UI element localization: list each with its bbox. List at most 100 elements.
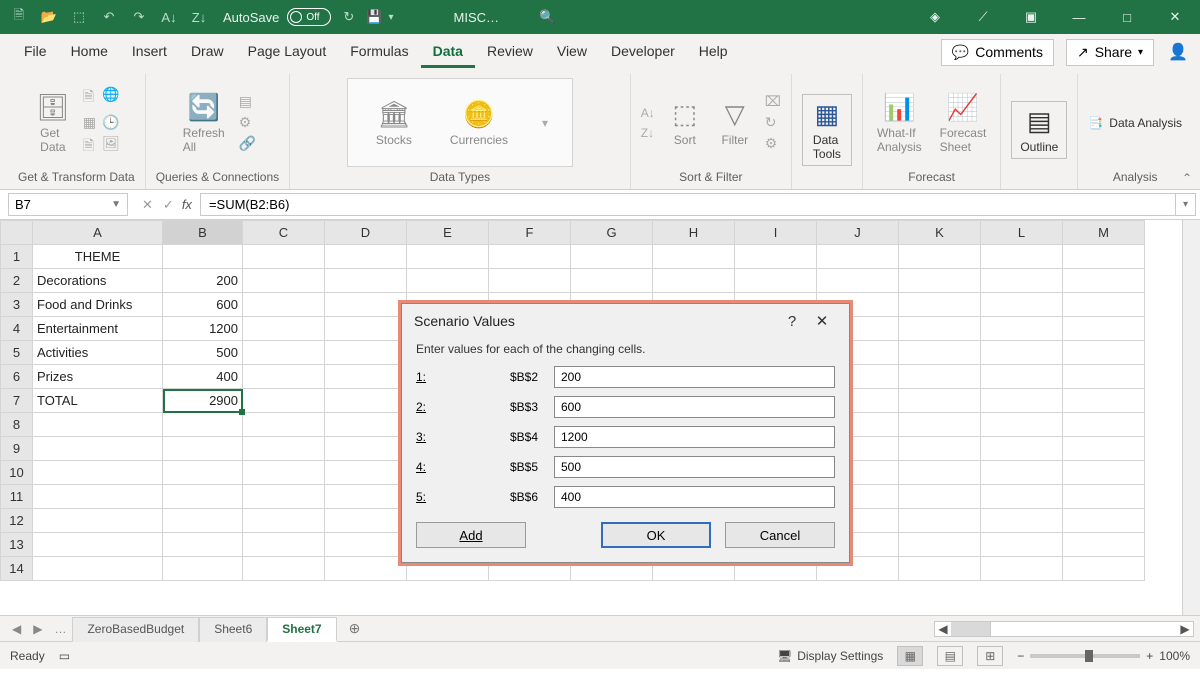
col-header-F[interactable]: F bbox=[489, 221, 571, 245]
col-header-L[interactable]: L bbox=[981, 221, 1063, 245]
cell-C6[interactable] bbox=[243, 365, 325, 389]
cell-C9[interactable] bbox=[243, 437, 325, 461]
save-icon[interactable]: 🗎 bbox=[10, 6, 28, 28]
scroll-right-icon[interactable]: ▶ bbox=[1177, 622, 1193, 636]
cell-K11[interactable] bbox=[899, 485, 981, 509]
cell-E1[interactable] bbox=[407, 245, 489, 269]
row-header-14[interactable]: 14 bbox=[1, 557, 33, 581]
sort-button[interactable]: ⬚ Sort bbox=[665, 97, 705, 149]
cell-K5[interactable] bbox=[899, 341, 981, 365]
scenario-value-input-4[interactable] bbox=[554, 456, 835, 478]
cell-C13[interactable] bbox=[243, 533, 325, 557]
reapply-icon[interactable]: ↻ bbox=[765, 114, 781, 131]
what-if-button[interactable]: 📊 What-If Analysis bbox=[873, 90, 926, 156]
open-icon[interactable]: 📂 bbox=[40, 9, 58, 25]
cell-B4[interactable]: 1200 bbox=[163, 317, 243, 341]
tab-nav-next-icon[interactable]: ▶ bbox=[27, 622, 48, 636]
cell-L12[interactable] bbox=[981, 509, 1063, 533]
cell-G1[interactable] bbox=[571, 245, 653, 269]
cell-K3[interactable] bbox=[899, 293, 981, 317]
maximize-button[interactable]: □ bbox=[1112, 10, 1142, 25]
cell-C5[interactable] bbox=[243, 341, 325, 365]
advanced-icon[interactable]: ⚙ bbox=[765, 135, 781, 152]
currencies-button[interactable]: 🪙 Currencies bbox=[446, 97, 512, 149]
cell-I1[interactable] bbox=[735, 245, 817, 269]
page-break-view-button[interactable]: ⊞ bbox=[977, 646, 1003, 666]
data-tools-button[interactable]: ▦ Data Tools bbox=[802, 94, 852, 166]
share-button[interactable]: ↗ Share ▾ bbox=[1066, 39, 1154, 66]
pending-icon[interactable]: ⟋ bbox=[968, 9, 998, 25]
col-header-H[interactable]: H bbox=[653, 221, 735, 245]
cell-B8[interactable] bbox=[163, 413, 243, 437]
cell-A7[interactable]: TOTAL bbox=[33, 389, 163, 413]
comments-button[interactable]: 💬 Comments bbox=[941, 39, 1054, 66]
cell-K8[interactable] bbox=[899, 413, 981, 437]
cell-M6[interactable] bbox=[1063, 365, 1145, 389]
cell-C4[interactable] bbox=[243, 317, 325, 341]
cell-A3[interactable]: Food and Drinks bbox=[33, 293, 163, 317]
cell-B1[interactable] bbox=[163, 245, 243, 269]
cell-F1[interactable] bbox=[489, 245, 571, 269]
cell-L9[interactable] bbox=[981, 437, 1063, 461]
clear-icon[interactable]: ⌧ bbox=[765, 93, 781, 110]
from-table-icon[interactable]: ▦ bbox=[83, 114, 96, 131]
name-box[interactable]: B7 ▼ bbox=[8, 193, 128, 216]
tab-home[interactable]: Home bbox=[59, 37, 120, 68]
cell-B14[interactable] bbox=[163, 557, 243, 581]
expand-formula-icon[interactable]: ▾ bbox=[1176, 193, 1196, 216]
scroll-left-icon[interactable]: ◀ bbox=[935, 622, 951, 636]
save-icon-2[interactable]: 💾 bbox=[366, 9, 382, 25]
cell-D3[interactable] bbox=[325, 293, 407, 317]
cell-D11[interactable] bbox=[325, 485, 407, 509]
cell-D1[interactable] bbox=[325, 245, 407, 269]
normal-view-button[interactable]: ▦ bbox=[897, 646, 923, 666]
cell-D4[interactable] bbox=[325, 317, 407, 341]
touch-icon[interactable]: ⬚ bbox=[70, 9, 88, 25]
minimize-button[interactable]: — bbox=[1064, 10, 1094, 25]
cell-C12[interactable] bbox=[243, 509, 325, 533]
qat-dropdown-icon[interactable]: ▾ bbox=[388, 12, 393, 23]
col-header-J[interactable]: J bbox=[817, 221, 899, 245]
vertical-scrollbar[interactable] bbox=[1182, 220, 1200, 615]
cell-A13[interactable] bbox=[33, 533, 163, 557]
search-icon[interactable]: 🔍 bbox=[539, 9, 555, 25]
queries-icon[interactable]: ▤ bbox=[239, 93, 256, 110]
row-header-9[interactable]: 9 bbox=[1, 437, 33, 461]
dialog-close-button[interactable]: ✕ bbox=[807, 312, 837, 330]
cell-M12[interactable] bbox=[1063, 509, 1145, 533]
cell-M4[interactable] bbox=[1063, 317, 1145, 341]
cell-M7[interactable] bbox=[1063, 389, 1145, 413]
edit-links-icon[interactable]: 🔗 bbox=[239, 135, 256, 152]
cell-H2[interactable] bbox=[653, 269, 735, 293]
filter-small[interactable]: ⌧ ↻ ⚙ bbox=[765, 93, 781, 152]
cell-D12[interactable] bbox=[325, 509, 407, 533]
cell-C14[interactable] bbox=[243, 557, 325, 581]
cell-L5[interactable] bbox=[981, 341, 1063, 365]
display-settings-button[interactable]: 🖥Display Settings bbox=[777, 649, 883, 663]
cell-K4[interactable] bbox=[899, 317, 981, 341]
cell-M2[interactable] bbox=[1063, 269, 1145, 293]
cell-C8[interactable] bbox=[243, 413, 325, 437]
cell-L14[interactable] bbox=[981, 557, 1063, 581]
fx-icon[interactable]: fx bbox=[182, 197, 200, 212]
cell-A6[interactable]: Prizes bbox=[33, 365, 163, 389]
row-header-2[interactable]: 2 bbox=[1, 269, 33, 293]
select-all[interactable] bbox=[1, 221, 33, 245]
sort-asc-icon[interactable]: A↓ bbox=[160, 10, 178, 25]
cell-D7[interactable] bbox=[325, 389, 407, 413]
tab-review[interactable]: Review bbox=[475, 37, 545, 68]
cell-K14[interactable] bbox=[899, 557, 981, 581]
cell-K12[interactable] bbox=[899, 509, 981, 533]
cell-M3[interactable] bbox=[1063, 293, 1145, 317]
forecast-sheet-button[interactable]: 📈 Forecast Sheet bbox=[936, 90, 991, 156]
cell-L3[interactable] bbox=[981, 293, 1063, 317]
cell-A5[interactable]: Activities bbox=[33, 341, 163, 365]
cell-A1[interactable]: THEME bbox=[33, 245, 163, 269]
cell-H1[interactable] bbox=[653, 245, 735, 269]
dialog-titlebar[interactable]: Scenario Values ? ✕ bbox=[402, 304, 849, 338]
recent-icon[interactable]: 🕒 bbox=[102, 114, 120, 131]
cell-K1[interactable] bbox=[899, 245, 981, 269]
cell-B13[interactable] bbox=[163, 533, 243, 557]
row-header-4[interactable]: 4 bbox=[1, 317, 33, 341]
formula-input[interactable]: =SUM(B2:B6) bbox=[200, 193, 1176, 216]
